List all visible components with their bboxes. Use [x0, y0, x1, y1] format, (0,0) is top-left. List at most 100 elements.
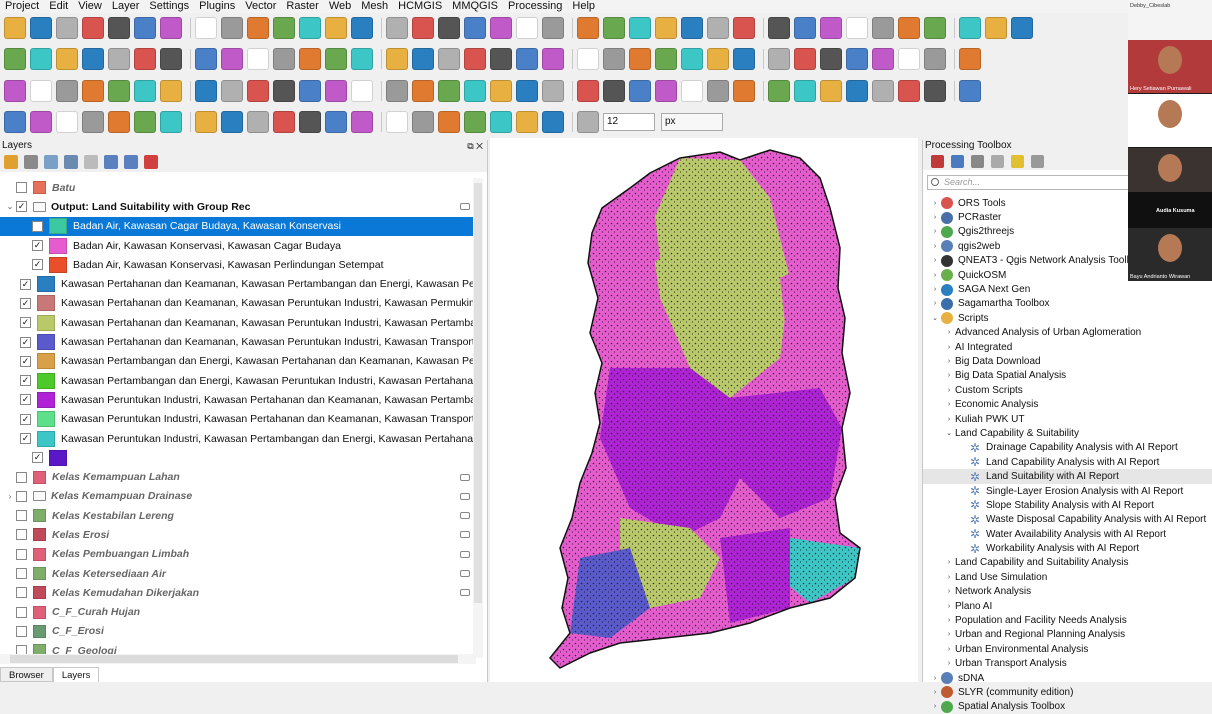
layer-row[interactable]: › Kelas Kemampuan Drainase [0, 487, 476, 506]
collapse-all-icon[interactable] [124, 155, 138, 169]
provider-item[interactable]: › Plano AI [923, 599, 1212, 613]
layer-visibility-checkbox[interactable] [16, 529, 27, 541]
tb4-tool-15-icon[interactable] [412, 111, 434, 133]
tb1-tool-9-icon[interactable] [247, 17, 269, 39]
tb3-tool-30-icon[interactable] [820, 80, 842, 102]
tb4-tool-5-icon[interactable] [134, 111, 156, 133]
tb1-tool-25-icon[interactable] [681, 17, 703, 39]
tb2-tool-27-icon[interactable] [733, 48, 755, 70]
participant-tile[interactable]: Bayu Andrianto Wirawan [1128, 228, 1212, 281]
provider-item[interactable]: › Custom Scripts [923, 383, 1212, 397]
tb1-tool-16-icon[interactable] [438, 17, 460, 39]
provider-item[interactable]: › Urban Transport Analysis [923, 657, 1212, 671]
tb3-tool-27-icon[interactable] [733, 80, 755, 102]
participant-tile[interactable]: Firman Afrianto [1128, 94, 1212, 147]
layer-visibility-checkbox[interactable]: ✓ [20, 375, 31, 387]
layer-row[interactable]: ✓ Kawasan Pertahanan dan Keamanan, Kawasa… [0, 313, 476, 332]
layer-row[interactable]: ✓ Kawasan Pertambangan dan Energi, Kawasa… [0, 371, 476, 390]
algorithm-item[interactable]: ✲ Waste Disposal Capability Analysis with… [923, 513, 1212, 527]
participant-tile[interactable]: Debby_Cibeslab [1128, 0, 1212, 40]
tb4-tool-19-icon[interactable] [516, 111, 538, 133]
layer-visibility-checkbox[interactable]: ✓ [20, 317, 31, 329]
expand-arrow-icon[interactable]: › [943, 646, 955, 653]
expand-arrow-icon[interactable]: › [929, 200, 941, 207]
layer-visibility-checkbox[interactable] [16, 587, 27, 599]
algorithm-item[interactable]: ✲ Land Suitability with AI Report [923, 469, 1212, 484]
layer-visibility-checkbox[interactable] [16, 490, 27, 502]
tb3-tool-32-icon[interactable] [872, 80, 894, 102]
expand-arrow-icon[interactable]: › [943, 617, 955, 624]
layer-indicator-icon[interactable] [460, 570, 470, 578]
tb1-tool-1-icon[interactable] [30, 17, 52, 39]
expand-arrow-icon[interactable]: › [943, 660, 955, 667]
tb2-tool-11-icon[interactable] [299, 48, 321, 70]
layer-visibility-checkbox[interactable]: ✓ [32, 220, 43, 232]
provider-item[interactable]: › sDNA [923, 671, 1212, 685]
layer-visibility-checkbox[interactable]: ✓ [32, 259, 43, 271]
tb2-tool-25-icon[interactable] [681, 48, 703, 70]
algorithm-item[interactable]: ✲ Single-Layer Erosion Analysis with AI R… [923, 484, 1212, 498]
tb2-tool-30-icon[interactable] [820, 48, 842, 70]
layer-indicator-icon[interactable] [460, 473, 470, 481]
provider-item[interactable]: › Kuliah PWK UT [923, 412, 1212, 426]
tb1-tool-22-icon[interactable] [603, 17, 625, 39]
algorithm-item[interactable]: ✲ Water Availability Analysis with AI Rep… [923, 527, 1212, 541]
options-icon[interactable] [1031, 154, 1044, 168]
provider-item[interactable]: › Sagamartha Toolbox [923, 297, 1212, 311]
tb3-tool-2-icon[interactable] [56, 80, 78, 102]
layer-row[interactable]: ✓ Kawasan Peruntukan Industri, Kawasan Pe… [0, 410, 476, 429]
tb3-tool-29-icon[interactable] [794, 80, 816, 102]
expand-arrow-icon[interactable]: › [929, 286, 941, 293]
layer-tree-hscrollbar[interactable] [0, 654, 476, 664]
expand-arrow-icon[interactable]: › [943, 574, 955, 581]
expand-arrow-icon[interactable]: › [929, 214, 941, 221]
algorithm-item[interactable]: ✲ Workability Analysis with AI Report [923, 541, 1212, 556]
tb3-tool-9-icon[interactable] [247, 80, 269, 102]
map-canvas[interactable] [490, 138, 918, 682]
tb3-tool-16-icon[interactable] [438, 80, 460, 102]
add-group-icon[interactable] [24, 155, 38, 169]
participant-tile[interactable]: Hery Setiawan Purnawali [1128, 40, 1212, 93]
layer-visibility-checkbox[interactable]: ✓ [32, 452, 43, 464]
tb3-tool-26-icon[interactable] [707, 80, 729, 102]
tb2-tool-22-icon[interactable] [603, 48, 625, 70]
layer-visibility-checkbox[interactable]: ✓ [32, 240, 43, 252]
tb1-tool-5-icon[interactable] [134, 17, 156, 39]
tb4-tool-14-icon[interactable] [386, 111, 408, 133]
provider-item[interactable]: ⌄ Land Capability & Suitability [923, 426, 1212, 440]
provider-item[interactable]: › Population and Facility Needs Analysis [923, 613, 1212, 627]
layer-row[interactable]: ✓ [0, 448, 476, 467]
tb2-tool-10-icon[interactable] [273, 48, 295, 70]
tb3-tool-15-icon[interactable] [412, 80, 434, 102]
layer-row[interactable]: C_F_Erosi [0, 622, 476, 641]
tb2-tool-18-icon[interactable] [490, 48, 512, 70]
tab-layers[interactable]: Layers [52, 667, 100, 682]
layer-visibility-checkbox[interactable] [16, 548, 27, 560]
layer-tree-scrollbar[interactable] [473, 178, 483, 658]
tb2-tool-24-icon[interactable] [655, 48, 677, 70]
tb1-tool-33-icon[interactable] [898, 17, 920, 39]
expand-arrow-icon[interactable]: › [4, 492, 16, 501]
tb3-tool-35-icon[interactable] [959, 80, 981, 102]
menu-settings[interactable]: Settings [144, 0, 194, 13]
tb1-tool-2-icon[interactable] [56, 17, 78, 39]
tb1-tool-8-icon[interactable] [221, 17, 243, 39]
provider-item[interactable]: › Network Analysis [923, 585, 1212, 599]
tb1-tool-26-icon[interactable] [707, 17, 729, 39]
tb3-tool-3-icon[interactable] [82, 80, 104, 102]
tb1-tool-35-icon[interactable] [959, 17, 981, 39]
provider-item[interactable]: › AI Integrated [923, 340, 1212, 354]
tb4-tool-21-icon[interactable] [577, 111, 599, 133]
layer-row[interactable]: ✓ Kawasan Peruntukan Industri, Kawasan Pe… [0, 390, 476, 409]
tb1-tool-20-icon[interactable] [542, 17, 564, 39]
tb2-tool-31-icon[interactable] [846, 48, 868, 70]
open-layer-styling-icon[interactable] [4, 155, 18, 169]
menu-edit[interactable]: Edit [44, 0, 73, 13]
tb4-tool-2-icon[interactable] [56, 111, 78, 133]
tb3-tool-11-icon[interactable] [299, 80, 321, 102]
tb3-tool-1-icon[interactable] [30, 80, 52, 102]
provider-item[interactable]: ⌄ Scripts [923, 311, 1212, 325]
tb4-tool-8-icon[interactable] [221, 111, 243, 133]
expand-arrow-icon[interactable]: › [943, 401, 955, 408]
tb2-tool-8-icon[interactable] [221, 48, 243, 70]
